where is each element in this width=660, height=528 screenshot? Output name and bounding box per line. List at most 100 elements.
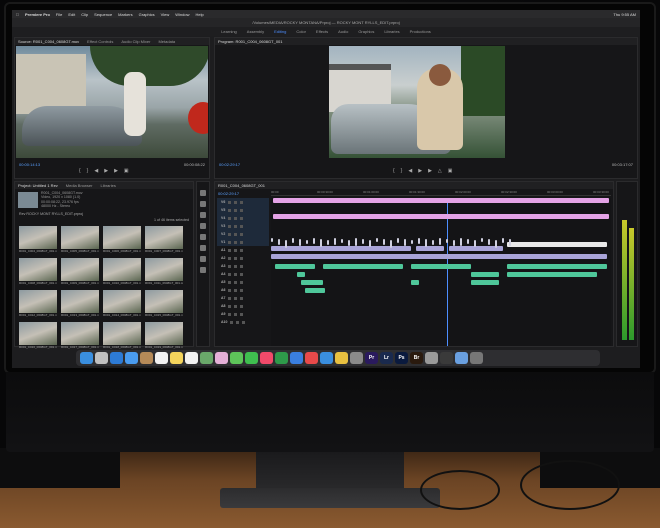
dock-app-store-icon[interactable] [320, 352, 333, 364]
project-clip-thumbnail[interactable]: R001_C015_0608GT_001.mov [145, 290, 183, 318]
project-clip-thumbnail[interactable]: R001_C017_0608GT_001.mov [61, 322, 99, 350]
timeline-clip[interactable] [425, 239, 427, 247]
tab-metadata[interactable]: Metadata [158, 39, 175, 44]
step-back-icon[interactable]: ◀ [94, 168, 98, 174]
track-toggle-icon[interactable] [234, 272, 238, 276]
dock-mail-icon[interactable] [125, 352, 138, 364]
tab-source[interactable]: Source: R001_C004_0608GT.mov [18, 39, 79, 44]
dock-facetime-icon[interactable] [245, 352, 258, 364]
track-toggle-icon[interactable] [234, 312, 238, 316]
timeline-clip[interactable] [355, 238, 357, 246]
track-header[interactable]: V1 [217, 238, 269, 246]
timeline-clip[interactable] [481, 238, 483, 242]
track-toggle-icon[interactable] [242, 320, 246, 324]
timeline-clip[interactable] [397, 238, 399, 243]
track-toggle-icon[interactable] [234, 200, 238, 204]
project-clip-thumbnail[interactable]: R001_C016_0608GT_001.mov [19, 322, 57, 350]
track-toggle-icon[interactable] [228, 216, 232, 220]
track-toggle-icon[interactable] [234, 248, 238, 252]
razor-tool-icon[interactable] [200, 223, 206, 229]
timeline-clip[interactable] [271, 254, 607, 259]
track-select-tool-icon[interactable] [200, 201, 206, 207]
dock-preferences-icon[interactable] [350, 352, 363, 364]
menu-item-markers[interactable]: Markers [118, 12, 132, 17]
dock-photos-icon[interactable] [215, 352, 228, 364]
dock-news-icon[interactable] [305, 352, 318, 364]
timeline-clip[interactable] [507, 264, 607, 269]
track-toggle-icon[interactable] [234, 208, 238, 212]
timeline-clip[interactable] [320, 239, 322, 247]
track-header[interactable]: A1 [217, 246, 269, 254]
timeline-clip[interactable] [305, 288, 325, 293]
timeline-clip[interactable] [474, 240, 476, 247]
timeline-clip[interactable] [460, 238, 462, 246]
timeline-clip[interactable] [432, 240, 434, 245]
tab-media-browser[interactable]: Media Browser [66, 183, 93, 188]
dock-keynote-icon[interactable] [290, 352, 303, 364]
timeline-clip[interactable] [301, 280, 323, 285]
project-clip-thumbnail[interactable]: R001_C014_0608GT_001.mov [103, 290, 141, 318]
workspace-tab-editing[interactable]: Editing [274, 29, 286, 34]
timeline-clip[interactable] [471, 272, 499, 277]
track-header[interactable]: A2 [217, 254, 269, 262]
timeline-clip[interactable] [285, 240, 287, 248]
timeline-clip[interactable] [334, 238, 336, 245]
pen-tool-icon[interactable] [200, 245, 206, 251]
play-icon[interactable]: ▶ [104, 168, 108, 174]
track-header[interactable]: V2 [217, 230, 269, 238]
mark-out-icon[interactable]: } [401, 168, 403, 174]
track-toggle-icon[interactable] [230, 320, 234, 324]
source-timecode[interactable]: 00:00:14:13 [19, 162, 40, 167]
track-header[interactable]: A9 [217, 310, 269, 318]
timeline-clip[interactable] [467, 239, 469, 244]
track-toggle-icon[interactable] [234, 288, 238, 292]
program-timecode[interactable]: 00:02:29:17 [219, 162, 240, 167]
dock-numbers-icon[interactable] [275, 352, 288, 364]
timeline-clip[interactable] [507, 242, 607, 247]
workspace-tab-color[interactable]: Color [296, 29, 306, 34]
workspace-tab-learning[interactable]: Learning [221, 29, 237, 34]
playhead[interactable] [447, 198, 448, 346]
timeline-clip[interactable] [369, 240, 371, 247]
camera-icon[interactable]: ▣ [448, 168, 453, 174]
timeline-clip[interactable] [376, 238, 378, 242]
track-header[interactable]: A8 [217, 302, 269, 310]
timeline-clip[interactable] [275, 264, 315, 269]
menu-item-sequence[interactable]: Sequence [94, 12, 112, 17]
timeline-clip[interactable] [509, 239, 511, 246]
track-toggle-icon[interactable] [228, 312, 232, 316]
dock-notes-icon[interactable] [170, 352, 183, 364]
track-toggle-icon[interactable] [240, 248, 244, 252]
project-clip-thumbnail[interactable]: R001_C011_0608GT_001.mov [145, 258, 183, 286]
track-toggle-icon[interactable] [240, 232, 244, 236]
track-toggle-icon[interactable] [240, 304, 244, 308]
track-toggle-icon[interactable] [228, 296, 232, 300]
track-toggle-icon[interactable] [234, 280, 238, 284]
dock-chrome-icon[interactable] [335, 352, 348, 364]
timeline-clip[interactable] [404, 239, 406, 246]
menu-clock[interactable]: Thu 9:55 AM [613, 12, 636, 17]
timeline-clip[interactable] [313, 238, 315, 244]
dock-launchpad-icon[interactable] [95, 352, 108, 364]
timeline-clip[interactable] [297, 272, 305, 277]
dock-safari-icon[interactable] [110, 352, 123, 364]
track-toggle-icon[interactable] [234, 304, 238, 308]
project-clip-thumbnail[interactable]: R001_C013_0608GT_001.mov [61, 290, 99, 318]
menu-app-name[interactable]: Premiere Pro [25, 12, 50, 17]
timeline-clip[interactable] [278, 239, 280, 245]
workspace-tab-graphics[interactable]: Graphics [358, 29, 374, 34]
timeline-clip[interactable] [327, 240, 329, 245]
timeline-clip[interactable] [299, 239, 301, 246]
workspace-tab-productions[interactable]: Productions [410, 29, 431, 34]
timeline-timecode[interactable]: 00:02:29:17 [218, 191, 239, 196]
timeline-clip[interactable] [488, 239, 490, 245]
play-icon[interactable]: ▶ [418, 168, 422, 174]
slip-tool-icon[interactable] [200, 234, 206, 240]
apple-icon[interactable]:  [16, 12, 19, 17]
lift-icon[interactable]: △ [438, 168, 442, 174]
program-video-frame[interactable] [329, 46, 505, 158]
dock-bridge-icon[interactable]: Br [410, 352, 423, 364]
track-header[interactable]: V3 [217, 222, 269, 230]
menu-item-help[interactable]: Help [195, 12, 203, 17]
track-toggle-icon[interactable] [240, 296, 244, 300]
